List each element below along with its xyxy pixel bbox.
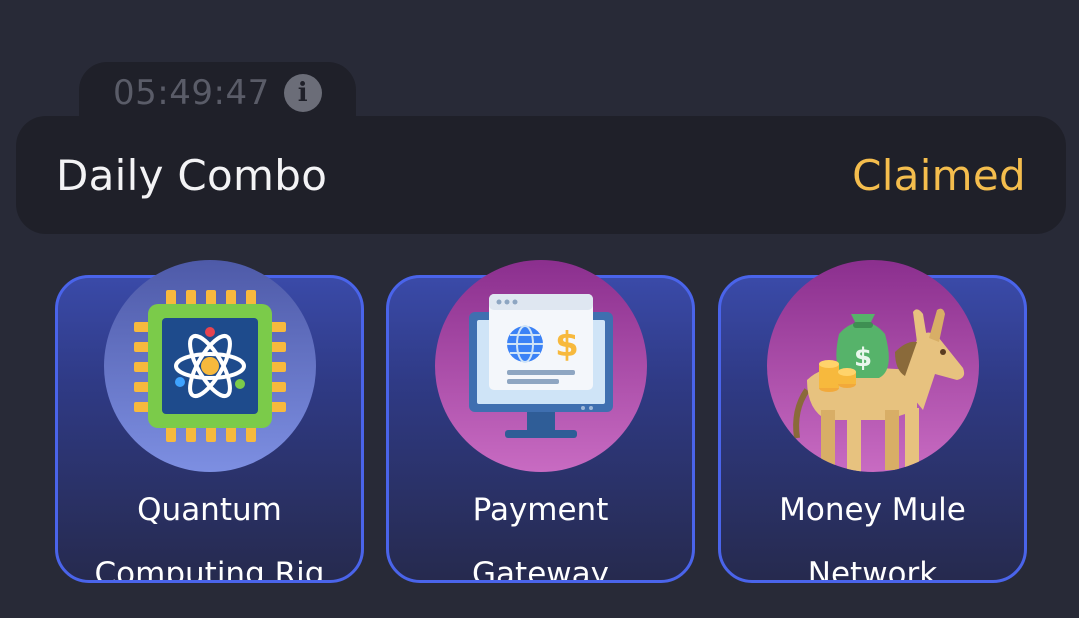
daily-combo-screen: 05:49:47 i Daily Combo Claimed Quantum C… — [0, 0, 1079, 618]
card-label-line1: Quantum — [137, 492, 282, 528]
info-icon[interactable]: i — [283, 74, 322, 112]
payment-monitor-icon: $ — [435, 260, 647, 472]
card-label-line2: Computing Rig — [94, 556, 325, 583]
card-label: Quantum Computing Rig — [58, 478, 361, 583]
daily-combo-header: Daily Combo Claimed — [16, 116, 1066, 234]
svg-text:$: $ — [854, 343, 872, 373]
card-label-line1: Payment — [472, 492, 609, 528]
combo-status-badge: Claimed — [852, 150, 1026, 200]
card-label: Money Mule Network — [721, 478, 1024, 583]
card-label-line2: Network — [807, 556, 938, 583]
card-label: Payment Gateway — [389, 478, 692, 583]
timer-tab: 05:49:47 i — [79, 62, 356, 124]
card-label-line1: Money Mule — [779, 492, 966, 528]
svg-text:$: $ — [555, 325, 579, 365]
quantum-chip-icon — [104, 260, 316, 472]
daily-combo-title: Daily Combo — [56, 150, 328, 200]
card-label-line2: Gateway — [472, 556, 609, 583]
countdown-timer: 05:49:47 — [113, 73, 270, 113]
donkey-money-bag-icon: $ — [767, 260, 979, 472]
